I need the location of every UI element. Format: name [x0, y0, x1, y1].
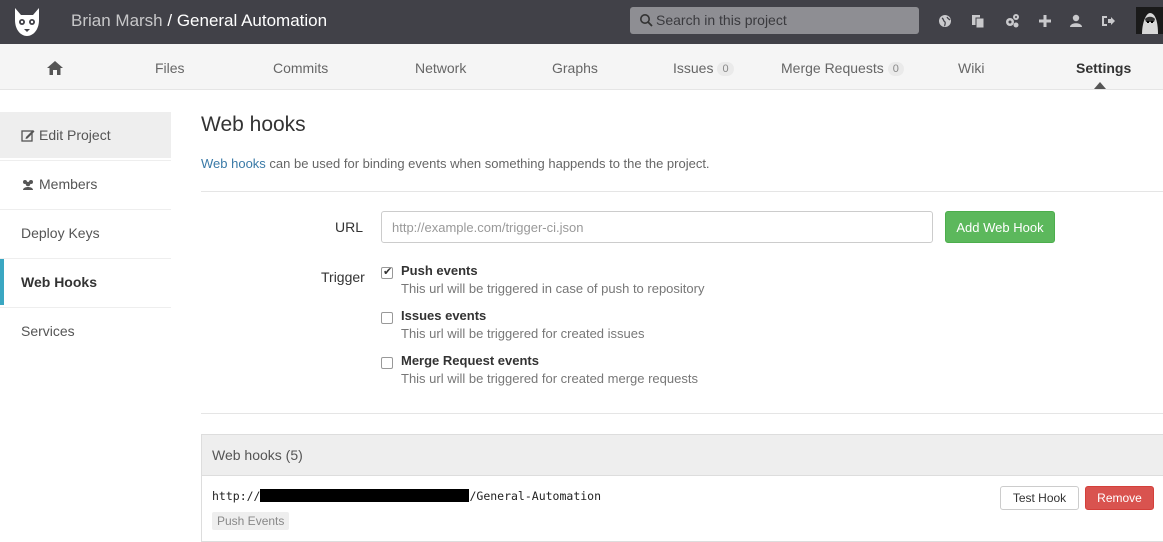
home-icon[interactable]	[46, 60, 64, 76]
web-hooks-help-link[interactable]: Web hooks	[201, 156, 266, 171]
plus-icon[interactable]	[1036, 12, 1054, 30]
divider	[201, 413, 1163, 414]
search-box[interactable]: Search in this project	[630, 7, 919, 34]
sidebar-item-label: Edit Project	[39, 127, 111, 143]
remove-hook-button[interactable]: Remove	[1085, 486, 1154, 510]
tab-issues-label: Issues	[673, 60, 714, 76]
issues-count-badge: 0	[717, 62, 734, 76]
sign-out-icon[interactable]	[1099, 12, 1117, 30]
title-separator: /	[162, 11, 177, 30]
project-title: Brian Marsh / General Automation	[71, 11, 327, 31]
top-header: Brian Marsh / General Automation Search …	[0, 0, 1163, 44]
sidebar-item-label: Members	[39, 176, 98, 192]
copy-icon[interactable]	[969, 12, 987, 30]
avatar[interactable]	[1136, 7, 1163, 34]
sidebar-item-members[interactable]: Members	[0, 161, 171, 207]
issues-events-label[interactable]: Issues events	[401, 308, 486, 323]
tab-issues[interactable]: Issues 0	[673, 60, 734, 76]
project-name[interactable]: General Automation	[177, 11, 327, 30]
cogs-icon[interactable]	[1003, 12, 1021, 30]
sidebar-item-label: Services	[21, 323, 75, 339]
gitlab-logo[interactable]	[10, 5, 44, 39]
sidebar-item-deploy-keys[interactable]: Deploy Keys	[0, 210, 171, 256]
url-label: URL	[335, 219, 364, 235]
page-description: Web hooks can be used for binding events…	[201, 156, 710, 171]
push-events-help: This url will be triggered in case of pu…	[401, 281, 705, 296]
add-web-hook-button[interactable]: Add Web Hook	[945, 211, 1055, 243]
web-hooks-panel: Web hooks (5) http:// /General-Automation…	[201, 434, 1163, 542]
description-text: can be used for binding events when some…	[265, 156, 710, 171]
redacted-block	[260, 489, 470, 502]
sidebar-item-label: Web Hooks	[21, 274, 97, 290]
web-hooks-panel-heading: Web hooks (5)	[202, 435, 1163, 476]
trigger-label: Trigger	[321, 269, 365, 285]
sidebar-item-web-hooks[interactable]: Web Hooks	[0, 259, 171, 305]
test-hook-button[interactable]: Test Hook	[1000, 486, 1079, 510]
merge-requests-count-badge: 0	[887, 62, 904, 76]
sidebar-item-services[interactable]: Services	[0, 308, 171, 354]
url-input[interactable]	[381, 211, 933, 243]
search-placeholder: Search in this project	[656, 12, 787, 28]
users-icon	[23, 179, 33, 190]
issues-events-help: This url will be triggered for created i…	[401, 326, 645, 341]
tab-graphs[interactable]: Graphs	[552, 60, 598, 76]
hook-url: http:// /General-Automation	[212, 489, 601, 503]
sidebar-item-label: Deploy Keys	[21, 225, 100, 241]
push-events-badge: Push Events	[212, 512, 290, 530]
merge-request-events-help: This url will be triggered for created m…	[401, 371, 698, 386]
divider	[201, 191, 1163, 192]
tab-settings[interactable]: Settings	[1076, 60, 1131, 76]
globe-icon[interactable]	[936, 12, 954, 30]
user-icon[interactable]	[1067, 12, 1085, 30]
merge-request-events-checkbox[interactable]	[381, 357, 393, 369]
edit-icon	[21, 129, 35, 142]
sidebar-item-edit-project[interactable]: Edit Project	[0, 112, 171, 158]
project-owner[interactable]: Brian Marsh	[71, 11, 163, 30]
tab-merge-requests[interactable]: Merge Requests 0	[781, 60, 904, 76]
merge-request-events-label[interactable]: Merge Request events	[401, 353, 539, 368]
push-events-checkbox[interactable]	[381, 265, 393, 279]
project-nav: Files Commits Network Graphs Issues 0 Mer…	[0, 44, 1163, 90]
search-icon	[640, 14, 653, 27]
active-tab-caret	[1094, 82, 1106, 89]
page-title: Web hooks	[201, 113, 306, 136]
tab-files[interactable]: Files	[155, 60, 185, 76]
push-events-label[interactable]: Push events	[401, 263, 478, 278]
tab-merge-requests-label: Merge Requests	[781, 60, 884, 76]
tab-commits[interactable]: Commits	[273, 60, 328, 76]
hook-url-suffix: /General-Automation	[469, 489, 602, 503]
issues-events-checkbox[interactable]	[381, 312, 393, 324]
hook-url-prefix: http://	[212, 489, 261, 503]
tab-network[interactable]: Network	[415, 60, 466, 76]
tab-wiki[interactable]: Wiki	[958, 60, 984, 76]
